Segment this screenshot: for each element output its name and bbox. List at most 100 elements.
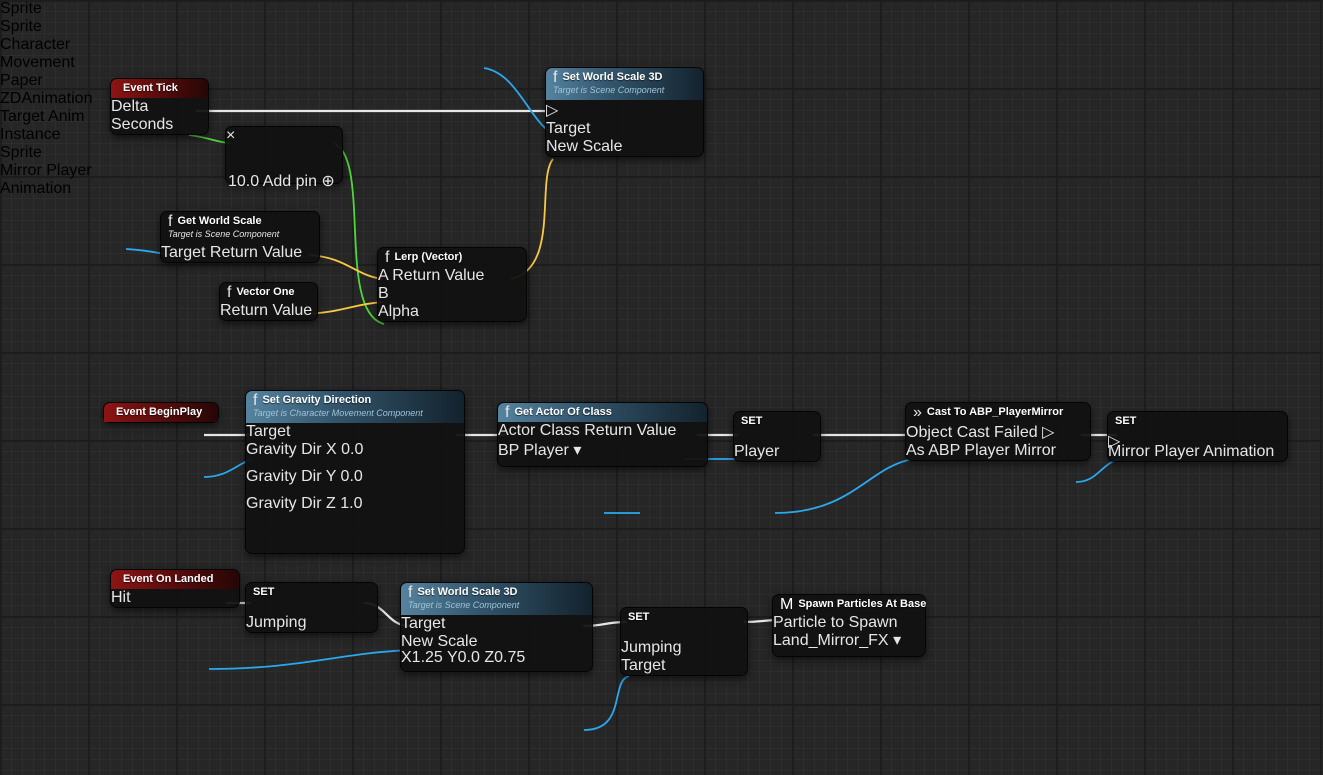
node-event-beginplay[interactable]: Event BeginPlay bbox=[103, 402, 219, 423]
gravity-z-input[interactable]: 1.0 bbox=[340, 495, 362, 512]
node-title: SET bbox=[741, 415, 762, 428]
node-title: SET bbox=[1115, 415, 1136, 428]
variable-mirror-player-animation[interactable]: Mirror Player Animation bbox=[0, 162, 123, 198]
pin-label-gravity-y: Gravity Dir Y bbox=[246, 468, 336, 485]
pin-label-return-value: Return Value bbox=[392, 267, 484, 284]
node-get-world-scale[interactable]: f Get World Scale Target is Scene Compon… bbox=[160, 211, 320, 263]
variable-sprite-top[interactable]: Sprite bbox=[0, 0, 88, 18]
node-title: Get Actor Of Class bbox=[514, 406, 611, 419]
node-set-player[interactable]: SET Player bbox=[733, 411, 821, 462]
wire-mirroranim-to-target bbox=[584, 676, 629, 730]
gravity-x-input[interactable]: 0.0 bbox=[341, 441, 363, 458]
wire-asabp-to-setmirror bbox=[1076, 459, 1120, 482]
node-set-world-scale-3d-bottom[interactable]: f Set World Scale 3D Target is Scene Com… bbox=[400, 582, 593, 672]
cast-icon: » bbox=[913, 406, 922, 419]
node-title: Set Gravity Direction bbox=[262, 394, 371, 407]
variable-character-movement[interactable]: Character Movement bbox=[0, 36, 122, 72]
node-title: Event BeginPlay bbox=[116, 406, 202, 419]
node-set-gravity-direction[interactable]: f Set Gravity Direction Target is Charac… bbox=[245, 390, 465, 554]
pin-label-return-value: Return Value bbox=[210, 244, 302, 261]
scale-z-input[interactable]: 0.75 bbox=[494, 649, 525, 666]
pin-label-jumping: Jumping bbox=[621, 639, 681, 656]
dropdown-value: Land_Mirror_FX bbox=[773, 632, 889, 649]
actor-class-dropdown[interactable]: BP Player ▾ bbox=[498, 442, 581, 459]
node-set-mirror-player-animation[interactable]: SET ▷ Mirror Player Animation bbox=[1107, 411, 1288, 462]
node-title: Lerp (Vector) bbox=[394, 251, 462, 264]
node-event-tick[interactable]: Event Tick Delta Seconds bbox=[110, 78, 209, 135]
blueprint-graph-canvas[interactable]: Event Tick Delta Seconds × 10.0 Add pin … bbox=[0, 0, 1323, 775]
function-icon: f bbox=[505, 406, 509, 419]
variable-paper-zdanimation[interactable]: Paper ZDAnimation bbox=[0, 72, 107, 108]
function-icon: f bbox=[385, 251, 389, 264]
pin-label-particle-to-spawn: Particle to Spawn bbox=[773, 614, 898, 631]
node-title: SET bbox=[253, 586, 274, 599]
cast-failed-pin[interactable]: ▷ bbox=[1042, 424, 1054, 441]
node-title: Set World Scale 3D bbox=[562, 71, 662, 84]
pin-label-target: Target bbox=[546, 120, 590, 137]
wire-getworldscale-to-a bbox=[309, 255, 383, 279]
pin-label-mirror-player-animation: Mirror Player Animation bbox=[1108, 443, 1274, 460]
variable-sprite-left[interactable]: Sprite bbox=[0, 18, 92, 36]
variable-label: Sprite bbox=[0, 0, 42, 17]
function-icon: f bbox=[553, 71, 557, 84]
pin-label-new-scale: New Scale bbox=[401, 633, 477, 650]
pin-label-target: Target bbox=[401, 615, 445, 632]
node-title: Vector One bbox=[236, 286, 294, 299]
function-icon: f bbox=[253, 394, 257, 407]
node-subtitle: Target is Scene Component bbox=[168, 228, 279, 241]
scale-y-input[interactable]: 0.0 bbox=[458, 649, 480, 666]
node-subtitle: Target is Scene Component bbox=[553, 84, 664, 97]
node-set-world-scale-3d-top[interactable]: f Set World Scale 3D Target is Scene Com… bbox=[545, 67, 704, 157]
add-pin-label: Add pin bbox=[263, 173, 317, 190]
node-title: Set World Scale 3D bbox=[417, 586, 517, 599]
macro-icon: M bbox=[780, 598, 793, 611]
node-spawn-particles-at-base[interactable]: M Spawn Particles At Base Particle to Sp… bbox=[772, 594, 926, 657]
wire-animinstance-to-object bbox=[775, 459, 913, 513]
axis-x-label: X bbox=[401, 649, 412, 666]
pin-label-delta-seconds: Delta Seconds bbox=[111, 98, 173, 133]
pin-label-alpha: Alpha bbox=[378, 303, 419, 320]
dropdown-value: BP Player bbox=[498, 442, 569, 459]
scale-x-input[interactable]: 1.25 bbox=[412, 649, 443, 666]
node-title: Event Tick bbox=[123, 82, 178, 95]
pin-label-target: Target bbox=[0, 108, 44, 125]
gravity-y-input[interactable]: 0.0 bbox=[341, 468, 363, 485]
pin-label-gravity-z: Gravity Dir Z bbox=[246, 495, 336, 512]
node-get-actor-of-class[interactable]: f Get Actor Of Class Actor Class Return … bbox=[497, 402, 708, 467]
node-title: Spawn Particles At Base bbox=[798, 598, 926, 611]
axis-z-label: Z bbox=[484, 649, 494, 666]
function-icon: f bbox=[227, 286, 231, 299]
pin-label-player: Player bbox=[734, 443, 779, 460]
node-subtitle: Target is Scene Component bbox=[408, 599, 519, 612]
node-multiply[interactable]: × 10.0 Add pin ⊕ bbox=[225, 126, 343, 184]
node-set-jumping[interactable]: SET Jumping bbox=[245, 582, 378, 633]
chevron-down-icon: ▾ bbox=[573, 442, 581, 459]
wire-sprite-to-target-bottom bbox=[209, 650, 410, 669]
pin-label-jumping: Jumping bbox=[246, 614, 306, 631]
pin-label-a: A bbox=[378, 267, 388, 284]
node-cast-to-abp-playermirror[interactable]: » Cast To ABP_PlayerMirror Object Cast F… bbox=[905, 402, 1091, 461]
node-event-on-landed[interactable]: Event On Landed Hit bbox=[110, 569, 240, 608]
variable-sprite-bottom[interactable]: Sprite bbox=[0, 144, 88, 162]
pin-label-actor-class: Actor Class bbox=[498, 422, 580, 439]
pin-label-as-abp-player-mirror: As ABP Player Mirror bbox=[906, 442, 1056, 459]
pin-label-new-scale: New Scale bbox=[546, 138, 622, 155]
pin-label-return-value: Return Value bbox=[220, 302, 312, 319]
function-icon: f bbox=[408, 586, 412, 599]
pin-label-target: Target bbox=[161, 244, 205, 261]
node-subtitle: Target is Character Movement Component bbox=[253, 407, 423, 420]
pin-label-cast-failed: Cast Failed bbox=[957, 424, 1038, 441]
variable-label: Sprite bbox=[0, 144, 42, 161]
multiply-value-input[interactable]: 10.0 bbox=[228, 173, 259, 190]
node-vector-one[interactable]: f Vector One Return Value bbox=[219, 282, 318, 321]
exec-out-pin[interactable]: ▷ bbox=[546, 102, 558, 119]
variable-label: Character Movement bbox=[0, 36, 75, 71]
node-set-jumping-target[interactable]: SET Jumping Target bbox=[620, 607, 748, 676]
particle-dropdown[interactable]: Land_Mirror_FX ▾ bbox=[773, 632, 901, 649]
multiply-icon: × bbox=[226, 127, 235, 144]
node-title: Cast To ABP_PlayerMirror bbox=[927, 406, 1063, 419]
function-icon: f bbox=[168, 215, 172, 228]
node-title: Event On Landed bbox=[123, 573, 213, 586]
node-lerp-vector[interactable]: f Lerp (Vector) A Return Value B Alpha bbox=[377, 247, 527, 322]
add-pin-icon[interactable]: ⊕ bbox=[321, 173, 334, 190]
